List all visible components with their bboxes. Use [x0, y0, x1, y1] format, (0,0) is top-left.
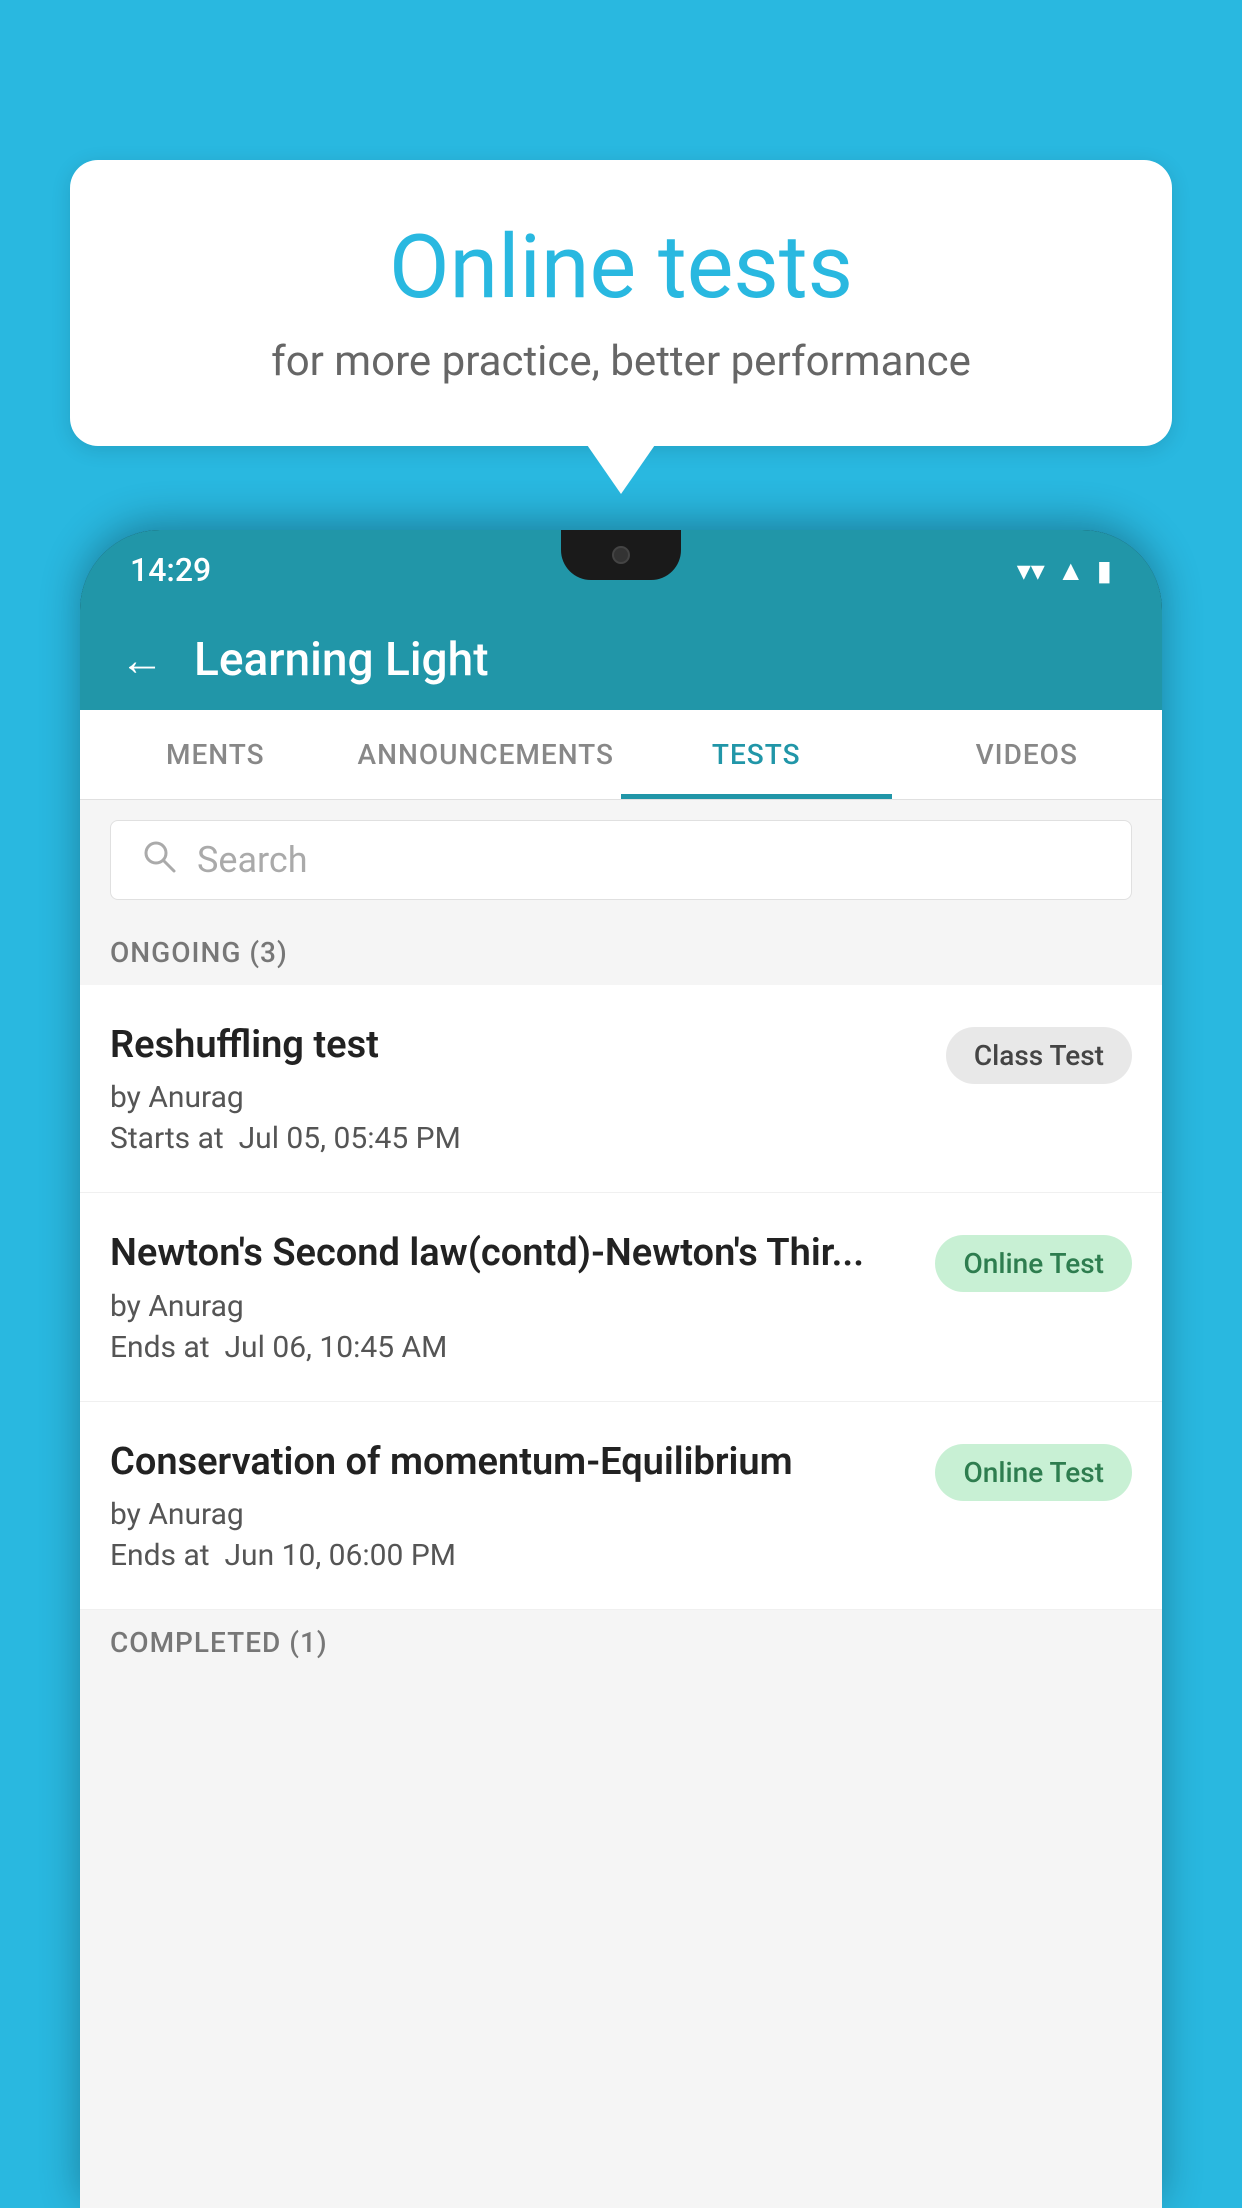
completed-section-header: COMPLETED (1) [80, 1610, 1162, 1675]
test-date-1: Starts at Jul 05, 05:45 PM [110, 1121, 926, 1156]
test-info-3: Conservation of momentum-Equilibrium by … [110, 1438, 915, 1573]
test-author-2: by Anurag [110, 1289, 915, 1324]
signal-icon: ▲ [1057, 554, 1085, 587]
tab-announcements[interactable]: ANNOUNCEMENTS [351, 710, 622, 799]
phone-screen: MENTS ANNOUNCEMENTS TESTS VIDEOS [80, 710, 1162, 2208]
battery-icon: ▮ [1097, 554, 1112, 587]
app-title: Learning Light [194, 633, 489, 687]
test-item[interactable]: Conservation of momentum-Equilibrium by … [80, 1402, 1162, 1610]
app-bar: ← Learning Light [80, 610, 1162, 710]
ongoing-section-header: ONGOING (3) [80, 920, 1162, 985]
test-list: Reshuffling test by Anurag Starts at Jul… [80, 985, 1162, 1610]
test-badge-2: Online Test [935, 1235, 1132, 1292]
notch [561, 530, 681, 580]
test-name-1: Reshuffling test [110, 1021, 926, 1070]
search-container: Search [80, 800, 1162, 920]
status-bar: 14:29 ▾▾ ▲ ▮ [80, 530, 1162, 610]
camera-dot [612, 546, 630, 564]
wifi-icon: ▾▾ [1017, 554, 1045, 587]
phone-frame: 14:29 ▾▾ ▲ ▮ ← Learning Light MENTS ANNO… [80, 530, 1162, 2208]
promo-section: Online tests for more practice, better p… [70, 160, 1172, 446]
test-item[interactable]: Reshuffling test by Anurag Starts at Jul… [80, 985, 1162, 1193]
promo-bubble: Online tests for more practice, better p… [70, 160, 1172, 446]
test-author-3: by Anurag [110, 1497, 915, 1532]
status-time: 14:29 [130, 551, 211, 589]
test-item[interactable]: Newton's Second law(contd)-Newton's Thir… [80, 1193, 1162, 1401]
search-icon [141, 838, 177, 883]
test-info-1: Reshuffling test by Anurag Starts at Jul… [110, 1021, 926, 1156]
promo-subtitle: for more practice, better performance [150, 337, 1092, 386]
status-icons: ▾▾ ▲ ▮ [1017, 554, 1112, 587]
search-placeholder: Search [197, 839, 308, 881]
test-date-3: Ends at Jun 10, 06:00 PM [110, 1538, 915, 1573]
tabs-bar: MENTS ANNOUNCEMENTS TESTS VIDEOS [80, 710, 1162, 800]
tab-ments[interactable]: MENTS [80, 710, 351, 799]
test-author-1: by Anurag [110, 1080, 926, 1115]
tab-tests[interactable]: TESTS [621, 710, 892, 799]
test-badge-1: Class Test [946, 1027, 1132, 1084]
test-name-2: Newton's Second law(contd)-Newton's Thir… [110, 1229, 915, 1278]
search-input[interactable]: Search [110, 820, 1132, 900]
tab-videos[interactable]: VIDEOS [892, 710, 1163, 799]
promo-title: Online tests [150, 220, 1092, 317]
back-arrow[interactable]: ← [120, 634, 164, 686]
test-date-2: Ends at Jul 06, 10:45 AM [110, 1330, 915, 1365]
test-name-3: Conservation of momentum-Equilibrium [110, 1438, 915, 1487]
test-info-2: Newton's Second law(contd)-Newton's Thir… [110, 1229, 915, 1364]
test-badge-3: Online Test [935, 1444, 1132, 1501]
